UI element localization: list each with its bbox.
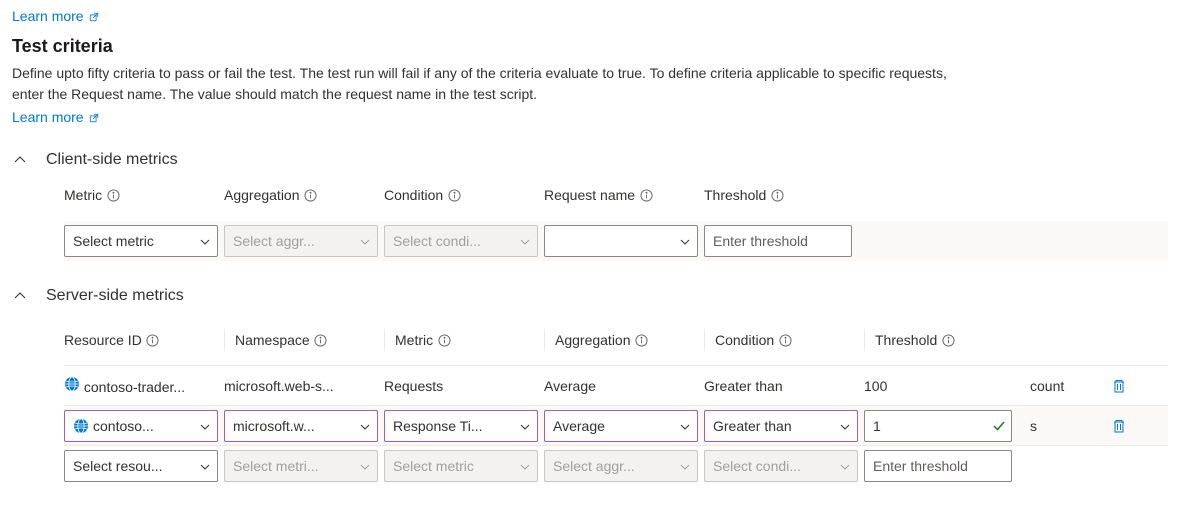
info-icon[interactable] <box>146 333 160 347</box>
chevron-down-icon <box>839 420 851 432</box>
resource-value: contoso-trader... <box>64 376 224 395</box>
namespace-select[interactable]: microsoft.w... <box>224 410 378 442</box>
header-metric: Metric <box>384 329 544 351</box>
chevron-down-icon <box>679 420 691 432</box>
server-row-readonly: contoso-trader... microsoft.web-s... Req… <box>64 365 1168 405</box>
chevron-down-icon <box>199 235 211 247</box>
chevron-down-icon <box>359 420 371 432</box>
info-icon[interactable] <box>437 333 451 347</box>
condition-value: Greater than <box>704 378 864 394</box>
info-icon[interactable] <box>304 188 318 202</box>
delete-row-button[interactable] <box>1108 375 1130 397</box>
header-request-name: Request name <box>544 187 704 203</box>
threshold-input[interactable] <box>704 225 852 257</box>
header-threshold: Threshold <box>704 187 864 203</box>
server-metrics-toggle[interactable]: Server-side metrics <box>12 287 1168 305</box>
condition-select[interactable]: Greater than <box>704 410 858 442</box>
test-criteria-heading: Test criteria <box>12 36 1168 57</box>
header-threshold: Threshold <box>864 329 1024 351</box>
aggregation-select: Select aggr... <box>544 450 698 482</box>
check-icon <box>992 419 1006 433</box>
chevron-down-icon <box>839 460 851 472</box>
header-namespace: Namespace <box>224 329 384 351</box>
chevron-down-icon <box>359 460 371 472</box>
server-metrics-header-row: Resource ID Namespace Metric Aggregation… <box>64 323 1168 365</box>
chevron-down-icon <box>679 235 691 247</box>
condition-select: Select condi... <box>384 225 538 257</box>
chevron-up-icon <box>12 288 28 304</box>
header-aggregation: Aggregation <box>224 187 384 203</box>
chevron-up-icon <box>12 152 28 168</box>
aggregation-value: Average <box>544 378 704 394</box>
unit-value: s <box>1024 418 1094 434</box>
metric-select[interactable]: Select metric <box>64 225 218 257</box>
server-row-empty: Select resou... Select metri... Select m… <box>64 445 1168 485</box>
client-metrics-toggle[interactable]: Client-side metrics <box>12 151 1168 169</box>
condition-select: Select condi... <box>704 450 858 482</box>
resource-select[interactable]: contoso... <box>64 410 218 442</box>
client-metrics-header-row: Metric Aggregation Condition Request nam… <box>64 187 1168 221</box>
top-learn-more-link[interactable]: Learn more <box>12 8 99 24</box>
info-icon[interactable] <box>106 188 120 202</box>
delete-row-button[interactable] <box>1108 415 1130 437</box>
header-condition: Condition <box>384 187 544 203</box>
criteria-learn-more-link[interactable]: Learn more <box>12 109 99 125</box>
test-criteria-description: Define upto fifty criteria to pass or fa… <box>12 63 952 105</box>
client-metrics-grid: Metric Aggregation Condition Request nam… <box>64 187 1168 261</box>
header-condition: Condition <box>704 329 864 351</box>
header-aggregation: Aggregation <box>544 329 704 351</box>
chevron-down-icon <box>359 235 371 247</box>
unit-value: count <box>1024 378 1094 394</box>
client-metrics-title: Client-side metrics <box>46 151 178 169</box>
server-metrics-grid: Resource ID Namespace Metric Aggregation… <box>64 323 1168 485</box>
request-name-select[interactable] <box>544 225 698 257</box>
namespace-value: microsoft.web-s... <box>224 378 384 394</box>
metric-value: Requests <box>384 378 544 394</box>
chevron-down-icon <box>199 420 211 432</box>
threshold-input[interactable] <box>864 410 1012 442</box>
threshold-value: 100 <box>864 378 1024 394</box>
info-icon[interactable] <box>778 333 792 347</box>
client-row-empty: Select metric Select aggr... Select cond… <box>64 221 1168 261</box>
server-metrics-title: Server-side metrics <box>46 287 184 305</box>
info-icon[interactable] <box>770 188 784 202</box>
globe-icon <box>73 418 89 434</box>
server-row-editing: contoso... microsoft.w... Response Ti...… <box>64 405 1168 445</box>
external-link-icon <box>89 110 99 120</box>
chevron-down-icon <box>519 460 531 472</box>
chevron-down-icon <box>519 420 531 432</box>
chevron-down-icon <box>679 460 691 472</box>
info-icon[interactable] <box>314 333 328 347</box>
resource-select[interactable]: Select resou... <box>64 450 218 482</box>
info-icon[interactable] <box>635 333 649 347</box>
external-link-icon <box>89 9 99 19</box>
info-icon[interactable] <box>447 188 461 202</box>
aggregation-select[interactable]: Average <box>544 410 698 442</box>
metric-select[interactable]: Response Ti... <box>384 410 538 442</box>
link-label: Learn more <box>12 109 84 125</box>
namespace-select: Select metri... <box>224 450 378 482</box>
header-resource-id: Resource ID <box>64 329 224 351</box>
link-label: Learn more <box>12 8 84 24</box>
info-icon[interactable] <box>639 188 653 202</box>
chevron-down-icon <box>519 235 531 247</box>
aggregation-select: Select aggr... <box>224 225 378 257</box>
globe-icon <box>64 376 80 392</box>
info-icon[interactable] <box>941 333 955 347</box>
header-metric: Metric <box>64 187 224 203</box>
chevron-down-icon <box>199 460 211 472</box>
threshold-input[interactable] <box>864 450 1012 482</box>
metric-select: Select metric <box>384 450 538 482</box>
